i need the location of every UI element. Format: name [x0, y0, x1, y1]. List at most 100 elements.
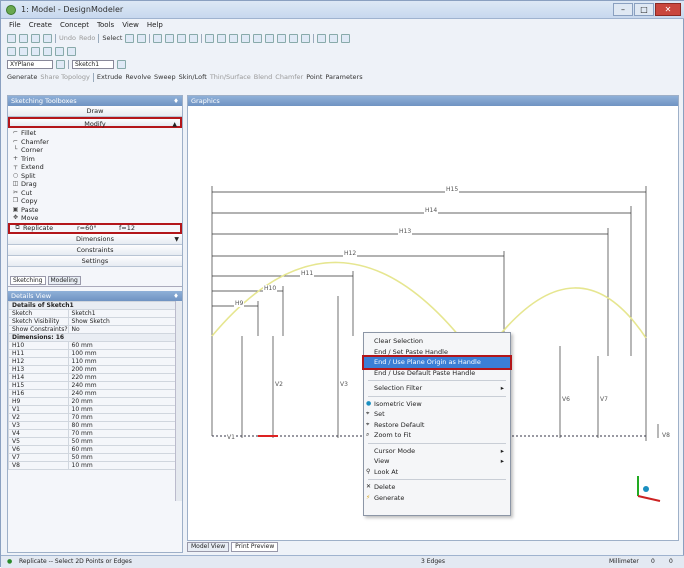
tool-fillet[interactable]: ⌐ Fillet [8, 129, 182, 138]
font-a4-icon[interactable] [55, 46, 64, 56]
axis-icon[interactable] [317, 33, 327, 43]
share-topology-button[interactable]: Share Topology [40, 73, 90, 81]
select-faces-icon[interactable] [153, 33, 163, 43]
save-icon[interactable] [19, 33, 28, 43]
detail-value[interactable]: Sketch1 [67, 308, 183, 318]
menu-item-selection-filter[interactable]: Selection Filter ▸ [364, 383, 510, 394]
menu-help[interactable]: Help [147, 21, 163, 29]
select-button[interactable]: Select [102, 34, 122, 42]
detail-value[interactable]: 20 mm [67, 396, 183, 406]
dimensions-toolbox-button[interactable]: Dimensions ▼ [8, 233, 182, 245]
menu-file[interactable]: File [9, 21, 21, 29]
detail-value[interactable]: 220 mm [67, 372, 183, 382]
selection-mode-icon[interactable] [189, 33, 199, 43]
tool-corner[interactable]: └ Corner [8, 146, 182, 155]
dim-label-h14[interactable]: H14 [424, 207, 439, 214]
dim-label-h11[interactable]: H11 [300, 270, 315, 277]
generate-button[interactable]: Generate [7, 73, 37, 81]
detail-value[interactable]: 50 mm [67, 452, 183, 462]
menu-item-view[interactable]: View ▸ [364, 456, 510, 467]
dim-label-h13[interactable]: H13 [398, 228, 413, 235]
zoom-out-icon[interactable] [289, 33, 299, 43]
menu-item-set[interactable]: ⌖ Set [364, 409, 510, 420]
close-button[interactable]: ✕ [655, 3, 681, 16]
arc-edge-right[interactable] [493, 287, 647, 343]
menu-item-end-use-default-handle[interactable]: End / Use Default Paste Handle [364, 368, 510, 379]
display-icon[interactable] [329, 33, 339, 43]
details-group-header[interactable]: Details of Sketch1 [8, 300, 182, 310]
new-icon[interactable] [7, 33, 16, 43]
select-edges-icon[interactable] [137, 33, 147, 43]
dim-label-v1[interactable]: V1 [226, 434, 236, 441]
image-icon[interactable] [43, 33, 52, 43]
pin-icon[interactable]: ♦ [173, 291, 179, 301]
dim-label-h15[interactable]: H15 [445, 186, 460, 193]
extrude-button[interactable]: Extrude [97, 73, 122, 81]
detail-value[interactable]: No [67, 324, 183, 334]
dim-label-v6[interactable]: V6 [561, 396, 571, 403]
detail-value[interactable]: Show Sketch [67, 316, 183, 326]
parameters-button[interactable]: Parameters [325, 73, 362, 81]
dim-label-h12[interactable]: H12 [343, 250, 358, 257]
details-group-header[interactable]: Dimensions: 16 [8, 332, 182, 342]
replicate-angle-field[interactable]: r=60° [77, 224, 117, 233]
rotate-icon[interactable] [205, 33, 215, 43]
tab-model-view[interactable]: Model View [187, 542, 230, 552]
thin-surface-button[interactable]: Thin/Surface [210, 73, 251, 81]
draw-toolbox-button[interactable]: Draw [8, 106, 182, 117]
dim-label-h9[interactable]: H9 [234, 300, 245, 307]
tool-trim[interactable]: + Trim [8, 155, 182, 164]
dim-label-v8[interactable]: V8 [661, 432, 671, 439]
detail-value[interactable]: 100 mm [67, 348, 183, 358]
extend-icon[interactable] [177, 33, 187, 43]
tool-move[interactable]: ✥ Move [8, 214, 182, 223]
dim-label-h10[interactable]: H10 [263, 285, 278, 292]
menu-concept[interactable]: Concept [60, 21, 89, 29]
detail-value[interactable]: 110 mm [67, 356, 183, 366]
detail-value[interactable]: 80 mm [67, 420, 183, 430]
redo-button[interactable]: Redo [79, 34, 95, 42]
zoom-icon[interactable] [229, 33, 239, 43]
sketch-select[interactable]: Sketch1 [72, 59, 114, 69]
status-units[interactable]: Millimeter [609, 556, 639, 568]
detail-value[interactable]: 60 mm [67, 444, 183, 454]
menu-item-generate[interactable]: ⚡ Generate [364, 493, 510, 504]
skin-loft-button[interactable]: Skin/Loft [179, 73, 207, 81]
font-a2-icon[interactable] [31, 46, 40, 56]
detail-value[interactable]: 240 mm [67, 380, 183, 390]
graphics-option-icon[interactable] [7, 46, 16, 56]
menu-item-look-at[interactable]: ⚲ Look At [364, 467, 510, 478]
dim-label-v3[interactable]: V3 [339, 381, 349, 388]
font-a1-icon[interactable] [19, 46, 28, 56]
details-scrollbar[interactable] [175, 300, 182, 501]
maximize-button[interactable]: □ [634, 3, 654, 16]
tool-chamfer[interactable]: ⌐ Chamfer [8, 138, 182, 147]
pan-icon[interactable] [217, 33, 227, 43]
pin-icon[interactable]: ♦ [173, 96, 179, 106]
tab-modeling[interactable]: Modeling [47, 275, 81, 285]
constraints-toolbox-button[interactable]: Constraints [8, 244, 182, 256]
dim-label-v7[interactable]: V7 [599, 396, 609, 403]
menu-item-restore-default[interactable]: ⌖ Restore Default [364, 420, 510, 431]
menu-create[interactable]: Create [29, 21, 52, 29]
new-sketch-icon[interactable] [117, 59, 126, 69]
tool-replicate[interactable]: ⧉ Replicate r=60° f=12 [8, 222, 182, 234]
tool-paste[interactable]: ▣ Paste [8, 206, 182, 215]
chamfer-button[interactable]: Chamfer [275, 73, 303, 81]
menu-item-clear-selection[interactable]: Clear Selection [364, 336, 510, 347]
tool-cut[interactable]: ✂ Cut [8, 189, 182, 198]
menu-tools[interactable]: Tools [97, 21, 114, 29]
menu-view[interactable]: View [122, 21, 139, 29]
tool-copy[interactable]: ❐ Copy [8, 197, 182, 206]
magnifier-icon[interactable] [265, 33, 275, 43]
export-icon[interactable] [31, 33, 40, 43]
parameter-icon[interactable] [341, 33, 351, 43]
look-at-icon[interactable] [301, 33, 311, 43]
dim-label-v2[interactable]: V2 [274, 381, 284, 388]
point-button[interactable]: Point [306, 73, 322, 81]
font-a3-icon[interactable] [43, 46, 52, 56]
tab-print-preview[interactable]: Print Preview [231, 542, 279, 552]
blend-button[interactable]: Blend [254, 73, 273, 81]
detail-value[interactable]: 70 mm [67, 412, 183, 422]
select-bodies-icon[interactable] [165, 33, 175, 43]
